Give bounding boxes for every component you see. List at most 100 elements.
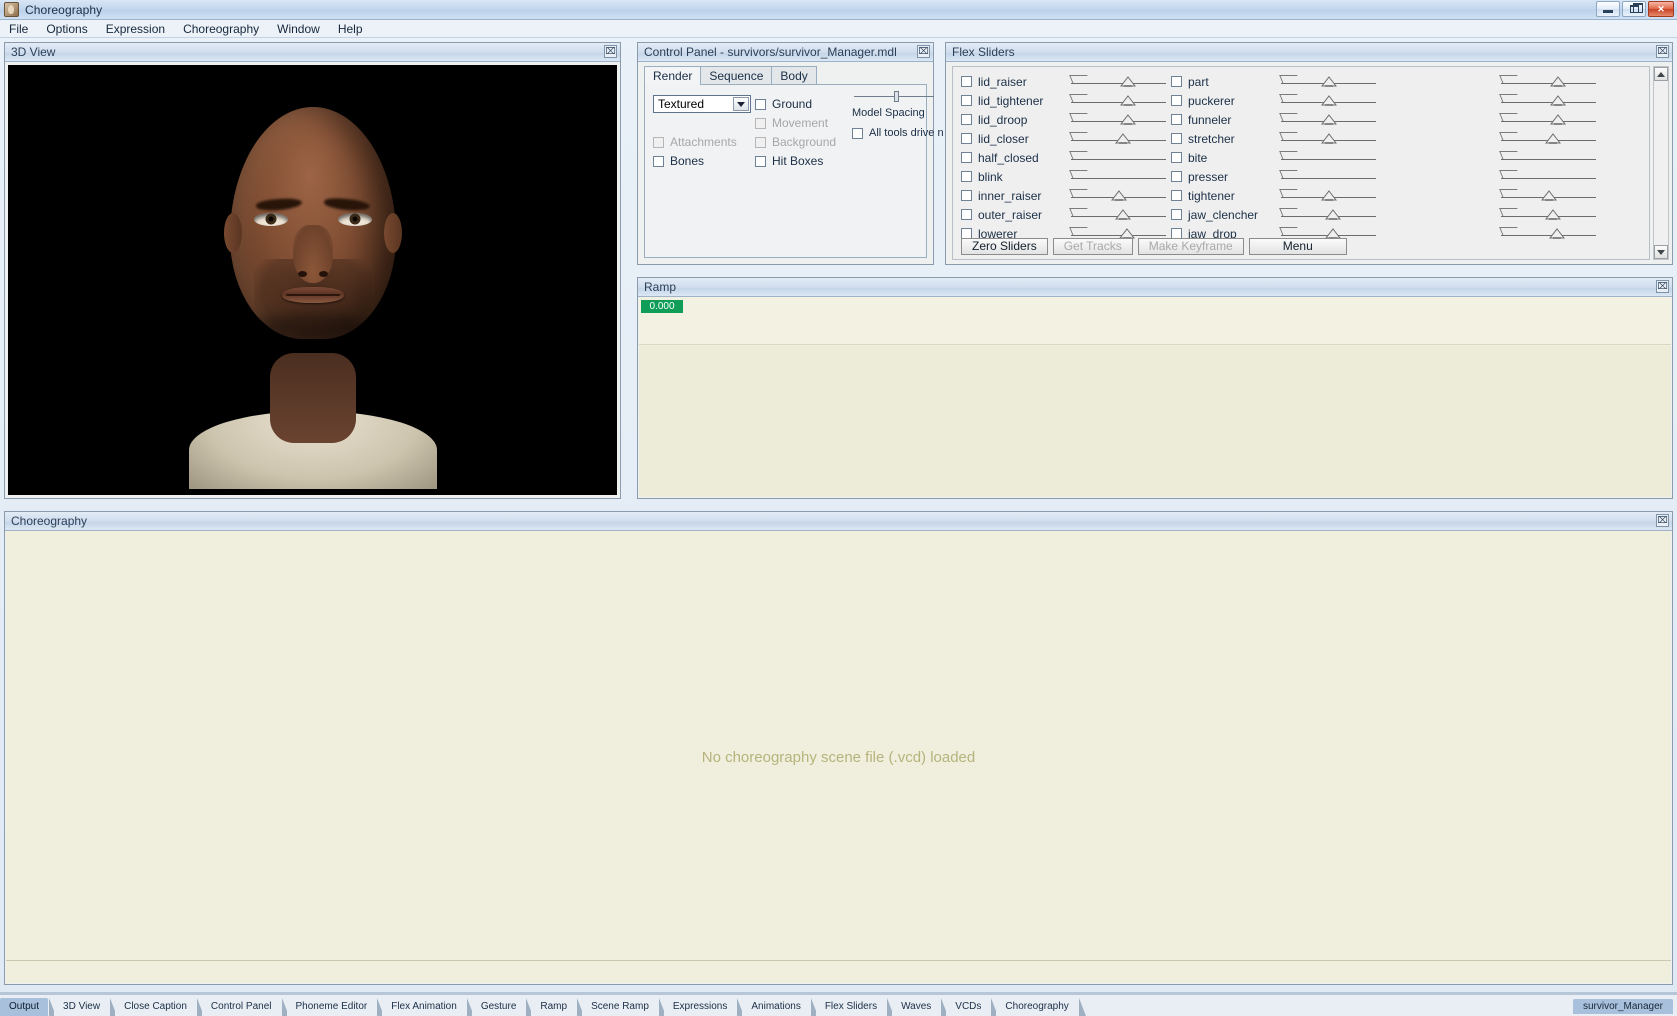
slider-thumb[interactable]: [1320, 113, 1337, 125]
slider-thumb[interactable]: [1544, 208, 1561, 220]
menu-item-expression[interactable]: Expression: [97, 21, 174, 37]
checkbox-funneler[interactable]: funneler: [1171, 113, 1279, 127]
slider-lid_raiser[interactable]: [1069, 74, 1166, 90]
taskbar-tab-3d-view[interactable]: 3D View: [54, 998, 118, 1016]
checkbox-hit-boxes[interactable]: Hit Boxes: [755, 154, 823, 168]
panel-ramp-close-icon[interactable]: ⌧: [1656, 280, 1669, 293]
slider-empty[interactable]: [1499, 188, 1596, 204]
slider-empty[interactable]: [1499, 112, 1596, 128]
model-spacing-slider-knob[interactable]: [894, 91, 899, 102]
status-model-name[interactable]: survivor_Manager: [1572, 999, 1673, 1014]
checkbox-blink[interactable]: blink: [961, 170, 1069, 184]
zero-sliders-button[interactable]: Zero Sliders: [961, 238, 1048, 255]
checkbox-half_closed-box[interactable]: [961, 152, 972, 163]
checkbox-tightener[interactable]: tightener: [1171, 189, 1279, 203]
taskbar-tab-scene-ramp[interactable]: Scene Ramp: [582, 998, 666, 1016]
taskbar-tab-phoneme-editor[interactable]: Phoneme Editor: [286, 998, 384, 1016]
checkbox-outer_raiser-box[interactable]: [961, 209, 972, 220]
panel-choreography-close-icon[interactable]: ⌧: [1656, 514, 1669, 527]
maximize-button[interactable]: [1622, 1, 1646, 17]
slider-part[interactable]: [1279, 74, 1376, 90]
taskbar-tab-output[interactable]: Output: [0, 998, 57, 1016]
slider-lid_closer[interactable]: [1069, 131, 1166, 147]
checkbox-hit-boxes-box[interactable]: [755, 155, 766, 167]
checkbox-funneler-box[interactable]: [1171, 114, 1182, 125]
checkbox-bones-box[interactable]: [653, 155, 664, 167]
taskbar-tab-flex-animation[interactable]: Flex Animation: [382, 998, 474, 1016]
slider-thumb[interactable]: [1540, 189, 1557, 201]
checkbox-outer_raiser[interactable]: outer_raiser: [961, 208, 1069, 222]
ramp-lower-area[interactable]: [639, 346, 1671, 497]
slider-tightener[interactable]: [1279, 188, 1376, 204]
slider-thumb[interactable]: [1120, 113, 1137, 125]
checkbox-bones[interactable]: Bones: [653, 154, 704, 168]
slider-lid_droop[interactable]: [1069, 112, 1166, 128]
slider-empty[interactable]: [1499, 207, 1596, 223]
checkbox-lid_closer-box[interactable]: [961, 133, 972, 144]
checkbox-all-tools-drive-box[interactable]: [852, 127, 863, 139]
taskbar-tab-close-caption[interactable]: Close Caption: [115, 998, 204, 1016]
checkbox-lid_droop[interactable]: lid_droop: [961, 113, 1069, 127]
slider-thumb[interactable]: [1548, 227, 1565, 239]
flex-sliders-scrollbar[interactable]: [1653, 66, 1669, 260]
checkbox-lid_raiser-box[interactable]: [961, 76, 972, 87]
ramp-time-marker[interactable]: 0.000: [641, 300, 683, 313]
tab-render[interactable]: Render: [644, 66, 702, 85]
scroll-up-icon[interactable]: [1654, 67, 1668, 81]
slider-thumb[interactable]: [1324, 227, 1341, 239]
slider-thumb[interactable]: [1550, 75, 1567, 87]
slider-thumb[interactable]: [1544, 132, 1561, 144]
slider-lid_tightener[interactable]: [1069, 93, 1166, 109]
tab-sequence[interactable]: Sequence: [700, 66, 773, 85]
taskbar-tab-gesture[interactable]: Gesture: [471, 998, 533, 1016]
menu-item-file[interactable]: File: [0, 21, 37, 37]
viewport-3d-render[interactable]: [8, 65, 617, 495]
slider-empty[interactable]: [1499, 169, 1596, 185]
slider-empty[interactable]: [1499, 93, 1596, 109]
checkbox-puckerer[interactable]: puckerer: [1171, 94, 1279, 108]
slider-thumb[interactable]: [1550, 94, 1567, 106]
slider-inner_raiser[interactable]: [1069, 188, 1166, 204]
taskbar-tab-expressions[interactable]: Expressions: [663, 998, 745, 1016]
checkbox-presser[interactable]: presser: [1171, 170, 1279, 184]
slider-empty[interactable]: [1499, 226, 1596, 242]
slider-thumb[interactable]: [1320, 189, 1337, 201]
slider-thumb[interactable]: [1320, 94, 1337, 106]
slider-empty[interactable]: [1499, 131, 1596, 147]
slider-bite[interactable]: [1279, 150, 1376, 166]
slider-thumb[interactable]: [1324, 208, 1341, 220]
menu-item-window[interactable]: Window: [268, 21, 329, 37]
slider-thumb[interactable]: [1120, 94, 1137, 106]
checkbox-part-box[interactable]: [1171, 76, 1182, 87]
checkbox-lid_tightener[interactable]: lid_tightener: [961, 94, 1069, 108]
slider-thumb[interactable]: [1120, 75, 1137, 87]
minimize-button[interactable]: [1596, 1, 1620, 17]
tab-body[interactable]: Body: [771, 66, 817, 85]
slider-thumb[interactable]: [1550, 113, 1567, 125]
checkbox-presser-box[interactable]: [1171, 171, 1182, 182]
checkbox-lid_closer[interactable]: lid_closer: [961, 132, 1069, 146]
panel-control-panel-close-icon[interactable]: ⌧: [917, 45, 930, 58]
slider-thumb[interactable]: [1320, 75, 1337, 87]
panel-ramp-body[interactable]: 0.000: [639, 297, 1671, 497]
taskbar-tab-animations[interactable]: Animations: [742, 998, 819, 1016]
slider-puckerer[interactable]: [1279, 93, 1376, 109]
checkbox-jaw_clencher[interactable]: jaw_clencher: [1171, 208, 1279, 222]
panel-choreography-body[interactable]: No choreography scene file (.vcd) loaded: [6, 531, 1671, 983]
checkbox-lid_droop-box[interactable]: [961, 114, 972, 125]
checkbox-puckerer-box[interactable]: [1171, 95, 1182, 106]
taskbar-tab-choreography[interactable]: Choreography: [996, 998, 1087, 1016]
slider-thumb[interactable]: [1118, 227, 1135, 239]
checkbox-part[interactable]: part: [1171, 75, 1279, 89]
checkbox-stretcher-box[interactable]: [1171, 133, 1182, 144]
checkbox-half_closed[interactable]: half_closed: [961, 151, 1069, 165]
panel-flex-sliders-close-icon[interactable]: ⌧: [1656, 45, 1669, 58]
taskbar-tab-control-panel[interactable]: Control Panel: [201, 998, 289, 1016]
slider-thumb[interactable]: [1110, 189, 1127, 201]
taskbar-tab-flex-sliders[interactable]: Flex Sliders: [815, 998, 895, 1016]
slider-presser[interactable]: [1279, 169, 1376, 185]
slider-half_closed[interactable]: [1069, 150, 1166, 166]
checkbox-lid_tightener-box[interactable]: [961, 95, 972, 106]
close-button[interactable]: ✕: [1648, 1, 1674, 17]
slider-empty[interactable]: [1499, 74, 1596, 90]
